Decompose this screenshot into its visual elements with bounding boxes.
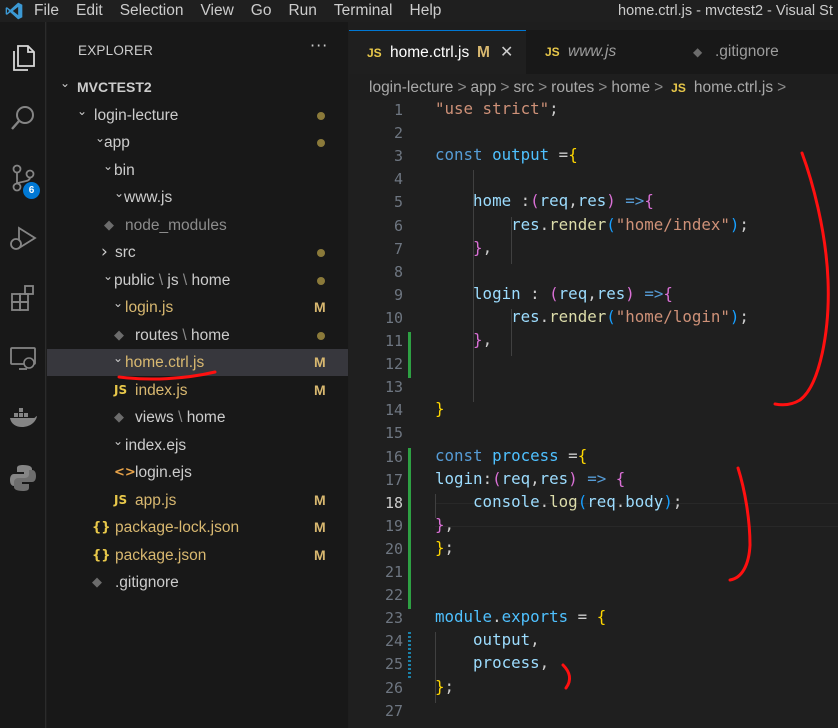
annotation-underline (117, 370, 217, 381)
annotation-bracket-process (728, 466, 752, 582)
annotation-paren-mark (561, 663, 572, 690)
annotation-bracket-output (773, 151, 830, 407)
annotation-layer (117, 151, 830, 690)
